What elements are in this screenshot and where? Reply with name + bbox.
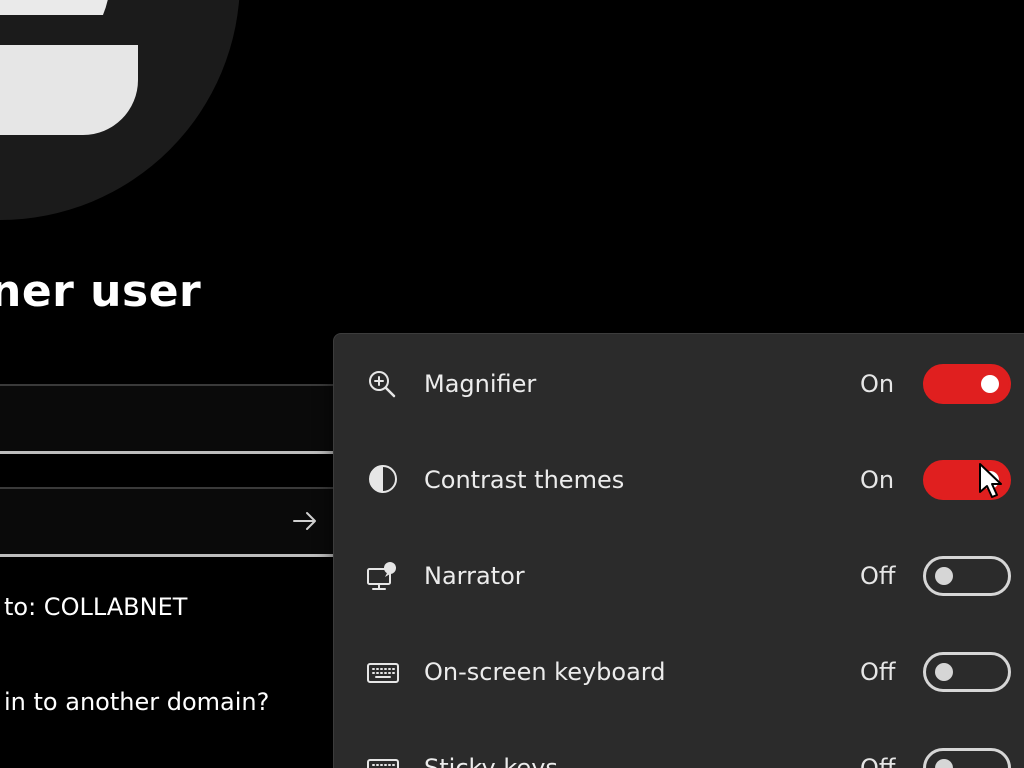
keyboard-icon [367,663,399,683]
signin-domain-text: to: COLLABNET [4,593,188,621]
user-avatar [0,0,240,220]
other-domain-link[interactable]: in to another domain? [4,688,269,716]
on-screen-keyboard-state: Off [860,658,896,686]
on-screen-keyboard-label: On-screen keyboard [424,658,666,686]
narrator-icon [367,562,396,590]
sticky-keys-label: Sticky keys [424,754,558,768]
sticky-keys-toggle[interactable] [923,748,1011,768]
toggle-knob [935,567,953,585]
password-input[interactable] [0,487,333,557]
on-screen-keyboard-toggle[interactable] [923,652,1011,692]
username-input[interactable] [0,384,333,454]
magnifier-label: Magnifier [424,370,537,398]
accessibility-item-narrator[interactable]: Narrator Off [334,546,1024,606]
contrast-themes-state: On [860,466,895,494]
narrator-state: Off [860,562,896,590]
accessibility-item-on-screen-keyboard[interactable]: On-screen keyboard Off [334,642,1024,702]
accessibility-item-contrast-themes[interactable]: Contrast themes On [334,450,1024,510]
narrator-label: Narrator [424,562,525,590]
contrast-themes-icon [369,465,397,493]
mouse-cursor-icon [979,463,1002,498]
magnifier-state: On [860,370,895,398]
accessibility-flyout: Magnifier On Contrast themes On Narrator… [333,333,1024,768]
sticky-keys-icon [367,759,399,768]
toggle-knob [935,759,953,768]
accessibility-item-magnifier[interactable]: Magnifier On [334,354,1024,414]
lock-screen: ner user to: COLLABNET in to another dom… [0,0,1024,768]
magnifier-icon [369,371,396,398]
contrast-themes-label: Contrast themes [424,466,625,494]
sticky-keys-state: Off [860,754,896,768]
toggle-knob [935,663,953,681]
narrator-toggle[interactable] [923,556,1011,596]
toggle-knob [981,375,999,393]
accessibility-item-sticky-keys[interactable]: Sticky keys Off [334,738,1024,768]
user-title: ner user [0,266,202,317]
submit-arrow-icon[interactable] [291,507,319,535]
avatar-shoulders-shape [0,45,138,135]
magnifier-toggle[interactable] [923,364,1011,404]
